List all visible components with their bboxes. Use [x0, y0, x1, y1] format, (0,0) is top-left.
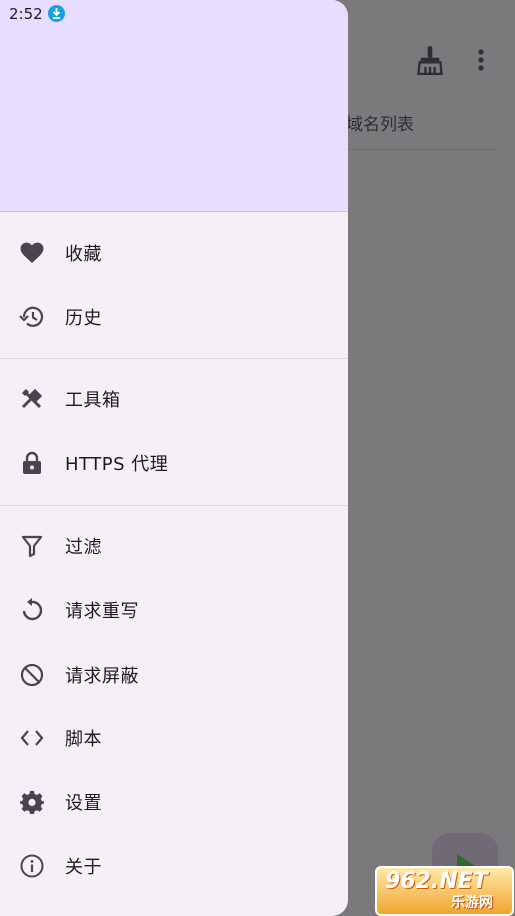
gear-icon	[19, 789, 45, 815]
menu-item-label: 关于	[65, 857, 102, 878]
block-icon	[19, 662, 45, 688]
menu-item-about[interactable]: 关于	[0, 838, 348, 894]
menu-item-favorites[interactable]: 收藏	[0, 225, 348, 281]
history-icon	[19, 304, 45, 330]
menu-item-history[interactable]: 历史	[0, 289, 348, 345]
menu-item-label: 过滤	[65, 537, 102, 558]
menu-item-label: 请求屏蔽	[65, 666, 139, 687]
status-time: 2:52	[9, 5, 43, 23]
download-icon	[48, 5, 65, 22]
tools-icon	[19, 386, 45, 412]
more-vert-icon[interactable]	[472, 47, 490, 73]
divider	[0, 358, 348, 359]
menu-item-toolbox[interactable]: 工具箱	[0, 371, 348, 427]
info-icon	[19, 853, 45, 879]
broom-icon[interactable]	[416, 45, 444, 75]
tab-domain-list[interactable]: 域名列表	[346, 110, 414, 135]
menu-item-request-block[interactable]: 请求屏蔽	[0, 647, 348, 703]
heart-icon	[19, 240, 45, 266]
tab-divider	[346, 149, 496, 150]
menu-item-script[interactable]: 脚本	[0, 710, 348, 766]
menu-item-settings[interactable]: 设置	[0, 774, 348, 830]
lock-icon	[19, 450, 45, 476]
watermark-logo: 962.NET 乐游网	[375, 866, 514, 916]
menu-item-filter[interactable]: 过滤	[0, 518, 348, 574]
replay-icon	[19, 597, 45, 623]
menu-item-label: 收藏	[65, 244, 102, 265]
menu-item-request-rewrite[interactable]: 请求重写	[0, 582, 348, 638]
menu-item-label: 设置	[65, 793, 102, 814]
menu-item-label: 工具箱	[65, 390, 121, 411]
filter-icon	[19, 533, 45, 559]
menu-item-label: 脚本	[65, 729, 102, 750]
drawer-header: 2:52	[0, 0, 348, 212]
menu-item-label: 历史	[65, 308, 102, 329]
watermark-text: 962.NET	[385, 869, 488, 894]
code-icon	[19, 725, 45, 751]
watermark-subtext: 乐游网	[451, 895, 493, 911]
menu-item-label: 请求重写	[65, 601, 139, 622]
divider	[0, 505, 348, 506]
navigation-drawer: 2:52 收藏 历史 工具箱 HTTPS 代理 过滤 请求重写 请求屏蔽 脚本 …	[0, 0, 348, 916]
menu-item-https-proxy[interactable]: HTTPS 代理	[0, 435, 348, 491]
menu-item-label: HTTPS 代理	[65, 454, 169, 475]
